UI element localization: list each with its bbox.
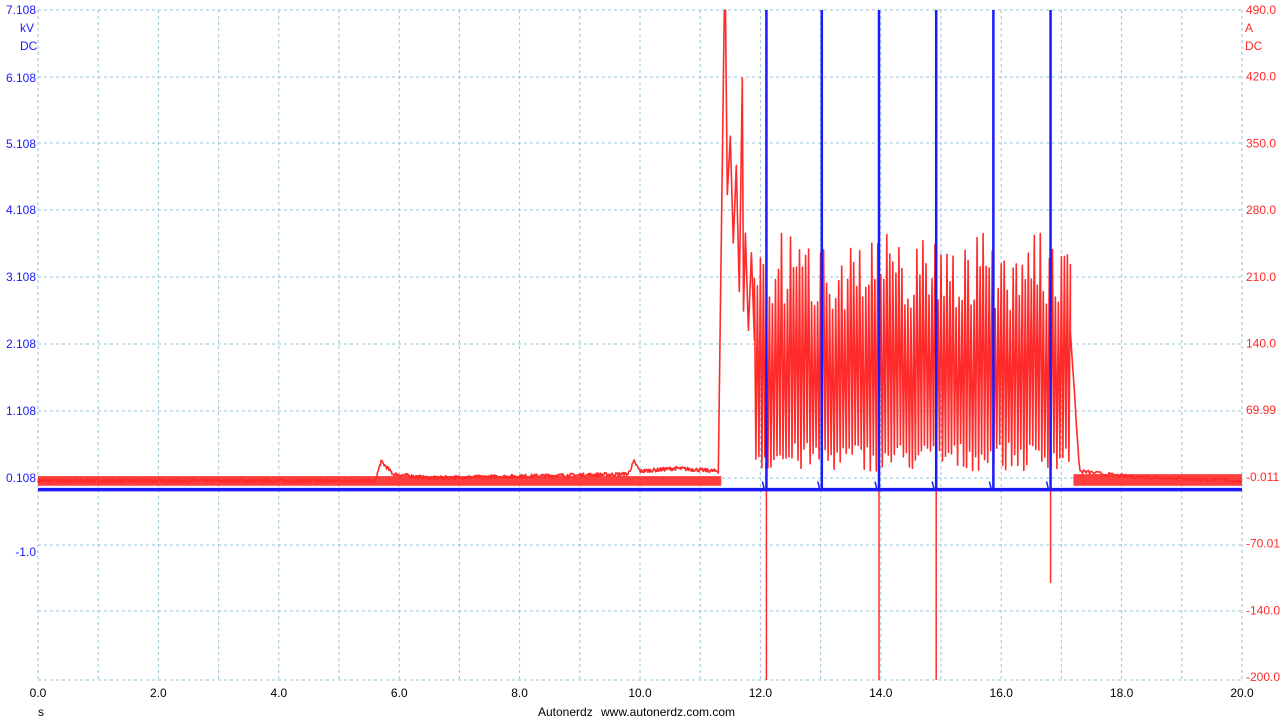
x-tick-label: 18.0: [1110, 686, 1134, 700]
footer-brand: Autonerdz: [538, 705, 593, 719]
x-tick-label: 14.0: [869, 686, 893, 700]
voltage-trace: [38, 10, 1242, 492]
current-baseline-band: [1073, 474, 1242, 486]
right-tick-label: 69.99: [1246, 403, 1276, 417]
x-tick-label: 16.0: [990, 686, 1014, 700]
x-tick-label: 8.0: [511, 686, 528, 700]
scope-chart: 7.108 6.108 5.108 4.108 3.108 2.108 1.108 0.108…: [6, 3, 1280, 719]
left-tick-label: 6.108: [6, 71, 36, 85]
x-tick-label: 4.0: [270, 686, 287, 700]
x-tick-label: 2.0: [150, 686, 167, 700]
right-tick-label: 490.0: [1246, 3, 1276, 17]
x-tick-label: 6.0: [391, 686, 408, 700]
left-axis-unit: kV: [20, 21, 34, 35]
right-tick-label: 140.0: [1246, 337, 1276, 351]
left-tick-label: 4.108: [6, 203, 36, 217]
right-tick-label: -0.011: [1246, 470, 1279, 484]
left-tick-label: 2.108: [6, 337, 36, 351]
left-tick-label: 3.108: [6, 270, 36, 284]
left-tick-label: 1.108: [6, 404, 36, 418]
footer-url: www.autonerdz.com.com: [600, 705, 735, 719]
left-tick-label: 5.108: [6, 137, 36, 151]
right-tick-label: 280.0: [1246, 203, 1276, 217]
current-baseline-band: [38, 476, 722, 486]
right-tick-label: -70.01: [1246, 537, 1280, 551]
right-tick-label: 210.0: [1246, 270, 1276, 284]
left-tick-label: -1.0: [15, 545, 36, 559]
current-trace: [37, 9, 1242, 680]
x-tick-label: 12.0: [749, 686, 773, 700]
x-axis-unit: s: [38, 705, 44, 719]
left-tick-label: 7.108: [6, 3, 36, 17]
right-tick-label: -140.0: [1246, 603, 1280, 617]
x-axis-ticks: 0.0 2.0 4.0 6.0 8.0 10.0 12.0 14.0 16.0 18.0 20.0: [30, 686, 1254, 700]
x-tick-label: 0.0: [30, 686, 47, 700]
x-tick-label: 20.0: [1230, 686, 1254, 700]
right-axis-unit: A: [1245, 21, 1253, 35]
x-tick-label: 10.0: [628, 686, 652, 700]
right-axis-ticks: 490.0 420.0 350.0 280.0 210.0 140.0 69.99 -0.01…: [1246, 3, 1280, 684]
left-axis-coupling: DC: [20, 39, 38, 53]
left-axis-ticks: 7.108 6.108 5.108 4.108 3.108 2.108 1.108 0.108…: [6, 3, 36, 559]
right-tick-label: 350.0: [1246, 136, 1276, 150]
right-tick-label: 420.0: [1246, 70, 1276, 84]
right-tick-label: -200.0: [1246, 670, 1280, 684]
left-tick-label: 0.108: [6, 471, 36, 485]
right-axis-coupling: DC: [1245, 39, 1263, 53]
